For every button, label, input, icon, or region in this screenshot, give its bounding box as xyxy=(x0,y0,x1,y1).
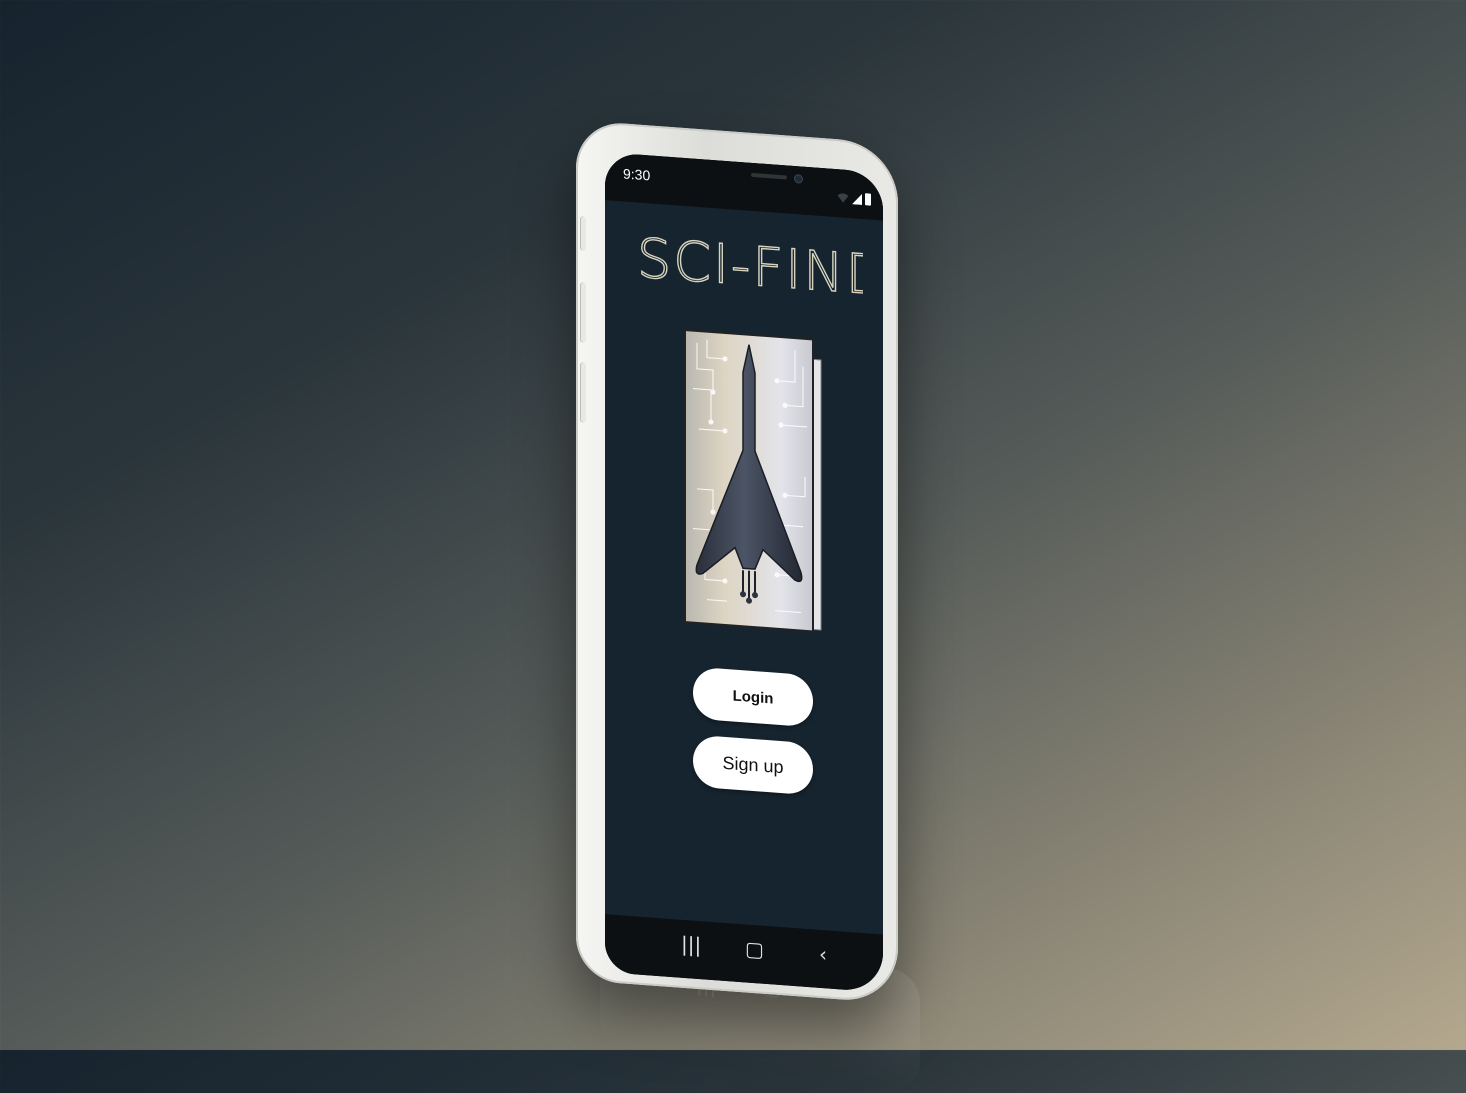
front-camera xyxy=(795,175,802,183)
phone-device: 9:30 SCI-FINDS Login Sign up ||| ▢ ‹ xyxy=(576,120,898,1004)
earpiece-speaker xyxy=(751,172,787,180)
app-logo: SCI-FINDS xyxy=(636,226,863,311)
recents-icon[interactable]: ||| xyxy=(681,932,701,957)
auth-buttons: Login Sign up xyxy=(605,660,883,796)
android-nav-bar: ||| ▢ ‹ xyxy=(605,914,883,993)
wifi-icon xyxy=(837,193,849,203)
status-bar: 9:30 xyxy=(605,152,883,221)
volume-down-button xyxy=(580,362,586,423)
status-time: 9:30 xyxy=(623,165,651,184)
mute-switch xyxy=(580,216,586,251)
back-icon[interactable]: ‹ xyxy=(819,942,827,967)
signup-button[interactable]: Sign up xyxy=(693,734,813,796)
volume-up-button xyxy=(580,282,586,343)
book-cover-illustration xyxy=(684,328,822,633)
home-icon[interactable]: ▢ xyxy=(745,936,764,961)
app-screen: 9:30 SCI-FINDS Login Sign up ||| ▢ ‹ xyxy=(605,152,883,993)
app-title: SCI-FINDS xyxy=(637,227,863,311)
login-button[interactable]: Login xyxy=(693,666,813,728)
signal-icon xyxy=(852,194,862,206)
notch xyxy=(693,158,845,196)
battery-icon xyxy=(865,193,871,206)
phone-screen: 9:30 SCI-FINDS Login Sign up ||| ▢ ‹ xyxy=(605,152,883,993)
status-icons xyxy=(837,191,871,206)
